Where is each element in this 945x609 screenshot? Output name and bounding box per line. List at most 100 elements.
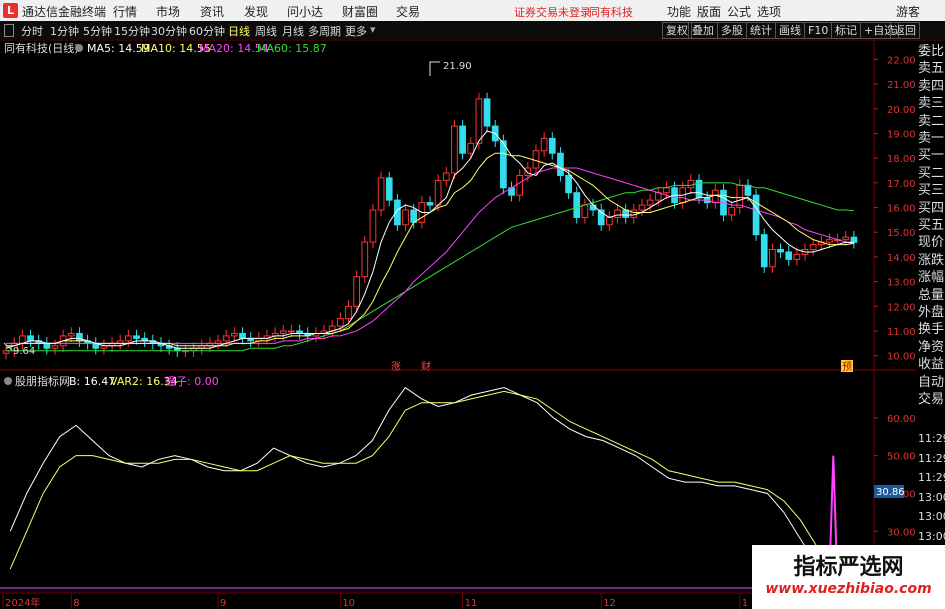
indicator-tick-label: 30.00 [887, 527, 916, 538]
forecast-marker[interactable]: 预 [842, 361, 852, 373]
candle-body [288, 330, 295, 333]
menu-market[interactable]: 市场 [156, 3, 180, 20]
candle-body [483, 98, 491, 127]
watermark: 指标严选网 www.xuezhibiao.com [752, 545, 945, 609]
period-weekly[interactable]: 周线 [255, 23, 277, 39]
price-tick-label: 10.00 [887, 352, 916, 363]
limit-up-marker[interactable]: 涨 [391, 361, 401, 373]
candle-body [459, 125, 466, 154]
app-logo-icon: L [3, 3, 18, 18]
candle-body [222, 335, 230, 342]
x-tick-label: 10 [342, 598, 355, 609]
candle-body [777, 249, 784, 253]
menu-function[interactable]: 功能 [667, 3, 691, 20]
quote-field-label: 买二 [918, 165, 945, 181]
candle-body [377, 177, 385, 211]
period-monthly[interactable]: 月线 [282, 23, 304, 39]
watermark-title: 指标严选网 [793, 555, 904, 580]
candle-body [43, 342, 51, 349]
candle-body [573, 192, 581, 218]
quote-field-label: 买一 [918, 148, 945, 164]
candle-body [663, 187, 670, 194]
candle-body [467, 142, 475, 154]
more-chevron-icon[interactable]: ▾ [370, 23, 376, 36]
f10-button[interactable]: F10 [804, 22, 833, 39]
candle-body [410, 209, 418, 223]
candle-body [850, 236, 858, 243]
title-bar: L 通达信金融终端 行情 市场 资讯 发现 问小达 财富圈 交易 证券交易未登录… [0, 0, 945, 22]
period-1min[interactable]: 1分钟 [50, 23, 79, 39]
candle-body [532, 150, 540, 169]
period-toolbar: 分时 1分钟 5分钟 15分钟 30分钟 60分钟 日线 周线 月线 多周期 更… [0, 21, 945, 41]
menu-options[interactable]: 选项 [757, 3, 781, 20]
period-60min[interactable]: 60分钟 [189, 23, 225, 39]
quote-field-label: 收益 [918, 357, 945, 373]
period-15min[interactable]: 15分钟 [114, 23, 150, 39]
candle-body [426, 202, 434, 206]
ma-settings-icon[interactable] [75, 44, 83, 52]
menu-layout[interactable]: 版面 [697, 3, 721, 20]
multi-stock-button[interactable]: 多股 [717, 22, 747, 39]
quote-field-label: 委比 [918, 44, 945, 59]
financial-report-marker[interactable]: 财 [421, 360, 431, 373]
candle-body [500, 140, 507, 189]
candle-body [614, 209, 621, 218]
candle-body [279, 330, 287, 334]
indicator-name: 股朋指标网 [15, 374, 70, 388]
candle-body [133, 335, 140, 339]
guest-link[interactable]: 游客 [896, 3, 920, 20]
overlay-button[interactable]: 叠加 [688, 22, 718, 39]
indicator-tick-label: 60.00 [887, 414, 916, 425]
candle-body [605, 216, 613, 226]
quote-field-label: 自动 [918, 374, 945, 390]
candle-body [361, 241, 369, 278]
period-tick[interactable]: 分时 [21, 23, 43, 39]
price-tick-label: 11.00 [887, 327, 916, 338]
stock-name-title: 同有科技 [589, 6, 633, 19]
quote-field-label: 换手 [918, 322, 945, 338]
candle-body [230, 332, 238, 337]
candle-body [785, 251, 793, 260]
candle-body [27, 335, 34, 342]
menu-wealth[interactable]: 财富圈 [342, 3, 378, 20]
tick-time: 11:29 [918, 451, 945, 465]
login-notice[interactable]: 证券交易未登录 [514, 4, 591, 20]
period-daily[interactable]: 日线 [228, 23, 250, 39]
stats-button[interactable]: 统计 [746, 22, 776, 39]
quote-field-label: 涨幅 [918, 270, 945, 286]
menu-news[interactable]: 资讯 [200, 3, 224, 20]
indicator-settings-icon[interactable] [4, 377, 12, 385]
menu-formula[interactable]: 公式 [727, 3, 751, 20]
indicator-b-line [9, 386, 850, 583]
menu-ask[interactable]: 问小达 [287, 3, 323, 20]
candle-body [809, 244, 817, 250]
panel-toggle-icon[interactable] [4, 24, 14, 37]
candle-body [842, 236, 850, 241]
back-button[interactable]: 返回 [890, 22, 920, 39]
candle-body [451, 125, 458, 174]
candle-body [51, 345, 59, 349]
period-more[interactable]: 更多 [345, 23, 367, 39]
mark-button[interactable]: 标记 [831, 22, 861, 39]
candle-body [402, 209, 409, 226]
ma5-line [5, 130, 854, 349]
chart-canvas[interactable]: 同有科技(日线) MA5: 14.59 MA10: 14.55 MA20: 14… [0, 40, 917, 609]
menu-discover[interactable]: 发现 [244, 3, 268, 20]
menu-trade[interactable]: 交易 [396, 3, 420, 20]
period-30min[interactable]: 30分钟 [151, 23, 187, 39]
candle-body [581, 204, 589, 218]
x-tick-label: 8 [73, 598, 79, 609]
candle-body [516, 174, 524, 196]
price-tick-label: 22.00 [887, 55, 916, 66]
candle-body [728, 207, 735, 216]
period-5min[interactable]: 5分钟 [83, 23, 112, 39]
candle-body [769, 249, 776, 268]
price-tick-label: 17.00 [887, 179, 916, 190]
period-multi[interactable]: 多周期 [308, 23, 341, 39]
x-tick-label: 2024年 [5, 596, 40, 609]
draw-button[interactable]: 画线 [775, 22, 805, 39]
indicator-zhuangzi-label: 撞子: 0.00 [165, 374, 219, 388]
menu-quotes[interactable]: 行情 [113, 3, 137, 20]
indicator-b-label: B: 16.47 [69, 375, 115, 388]
candle-body [760, 234, 768, 268]
